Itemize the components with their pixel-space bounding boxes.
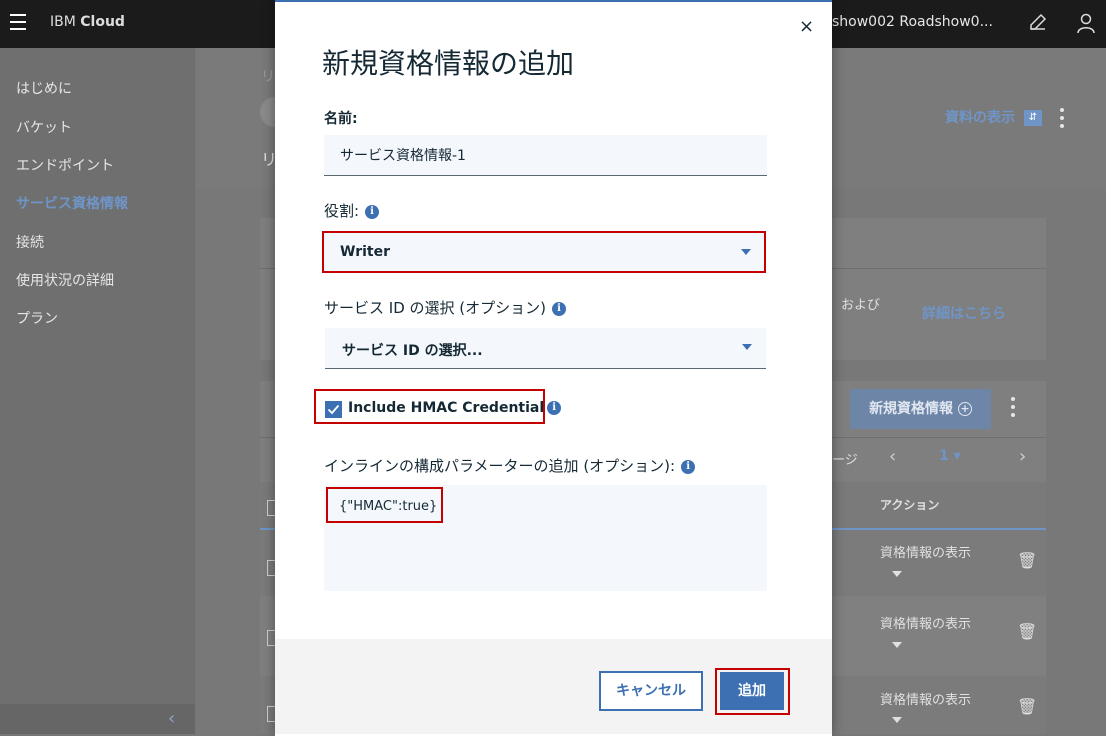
- add-circle-icon: +: [957, 402, 972, 416]
- sidebar-item-connections[interactable]: 接続: [16, 232, 44, 252]
- role-label-text: 役割:: [324, 202, 360, 220]
- params-label-text: インラインの構成パラメーターの追加 (オプション):: [324, 457, 676, 475]
- row-expand-icon[interactable]: [892, 642, 902, 648]
- next-page-icon[interactable]: ›: [1019, 446, 1026, 467]
- cancel-button[interactable]: キャンセル: [599, 671, 703, 711]
- new-credential-button[interactable]: 新規資格情報 +: [850, 389, 991, 429]
- sidebar-item-buckets[interactable]: バケット: [16, 117, 72, 137]
- pagination-label: ージ: [832, 453, 858, 468]
- sidebar-item-plan[interactable]: プラン: [16, 308, 58, 328]
- trash-icon[interactable]: 🗑: [1017, 697, 1037, 716]
- role-label: 役割: i: [324, 200, 380, 221]
- and-text: および: [841, 298, 881, 313]
- service-id-info-icon[interactable]: i: [551, 301, 566, 316]
- brand-logo[interactable]: IBM Cloud: [50, 14, 125, 30]
- sidebar-item-endpoints[interactable]: エンドポイント: [16, 155, 114, 175]
- view-credentials-link[interactable]: 資格情報の表示: [880, 613, 971, 632]
- user-icon[interactable]: [1076, 12, 1096, 38]
- learn-more-link[interactable]: 詳細はこちら: [922, 303, 1006, 323]
- table-overflow-icon[interactable]: [1011, 397, 1015, 421]
- sidebar-item-usage-details[interactable]: 使用状況の詳細: [16, 270, 114, 290]
- page-number: 1: [939, 448, 949, 464]
- role-info-icon[interactable]: i: [365, 204, 380, 219]
- sidebar-item-service-credentials[interactable]: サービス資格情報: [16, 193, 128, 213]
- overflow-menu-icon[interactable]: [1060, 108, 1064, 132]
- row-expand-icon[interactable]: [892, 717, 902, 723]
- actions-header: アクション: [880, 498, 940, 512]
- name-input[interactable]: サービス資格情報-1: [324, 135, 767, 176]
- service-id-label-text: サービス ID の選択 (オプション): [324, 299, 546, 317]
- close-icon[interactable]: ×: [799, 16, 814, 37]
- sidebar-item-getting-started[interactable]: はじめに: [16, 78, 72, 98]
- row-expand-icon[interactable]: [892, 571, 902, 577]
- trash-icon[interactable]: 🗑: [1017, 622, 1037, 641]
- brand-light: IBM: [50, 14, 76, 30]
- brand-bold: Cloud: [80, 14, 125, 30]
- service-id-label: サービス ID の選択 (オプション) i: [324, 297, 566, 318]
- sidebar-footer: ‹: [0, 704, 195, 734]
- view-docs-link[interactable]: 資料の表示: [945, 107, 1015, 127]
- breadcrumb[interactable]: リ: [261, 66, 275, 86]
- name-label: 名前:: [324, 111, 358, 127]
- new-credential-label: 新規資格情報: [869, 401, 954, 417]
- hamburger-menu-icon[interactable]: [10, 14, 26, 30]
- hmac-highlight: [314, 389, 545, 424]
- params-label: インラインの構成パラメーターの追加 (オプション): i: [324, 455, 696, 476]
- trash-icon[interactable]: 🗑: [1017, 551, 1037, 570]
- view-credentials-link[interactable]: 資格情報の表示: [880, 689, 971, 708]
- page-select[interactable]: 1 ▾: [939, 448, 961, 464]
- prev-page-icon[interactable]: ‹: [889, 446, 896, 467]
- account-name[interactable]: show002 Roadshow0...: [832, 14, 993, 30]
- hmac-info-icon[interactable]: i: [547, 401, 562, 415]
- modal-title: 新規資格情報の追加: [322, 47, 575, 80]
- edit-icon[interactable]: [1028, 12, 1048, 36]
- role-highlight: [322, 231, 766, 273]
- sort-icon[interactable]: ⇵: [1024, 110, 1042, 126]
- params-info-icon[interactable]: i: [681, 459, 696, 474]
- sidebar: はじめに バケット エンドポイント サービス資格情報 接続 使用状況の詳細 プラ…: [0, 48, 195, 734]
- view-credentials-link[interactable]: 資格情報の表示: [880, 542, 971, 561]
- add-highlight: [715, 668, 790, 715]
- service-id-select[interactable]: サービス ID の選択...: [325, 328, 766, 369]
- params-highlight: [326, 487, 443, 523]
- service-id-select-value: サービス ID の選択...: [342, 343, 483, 359]
- collapse-chevron-icon[interactable]: ‹: [168, 708, 175, 729]
- chevron-down-icon: [742, 344, 752, 350]
